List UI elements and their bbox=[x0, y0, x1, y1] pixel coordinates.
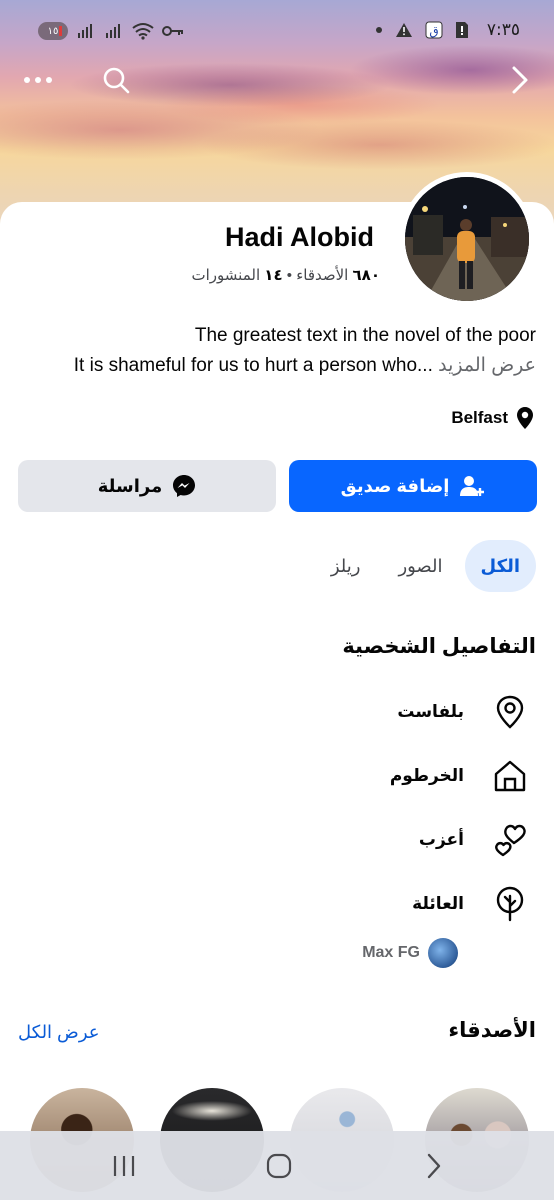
add-friend-label: إضافة صديق bbox=[340, 475, 450, 496]
profile-tabs: الكل الصور ريلز bbox=[315, 540, 536, 592]
system-nav-bar bbox=[0, 1131, 554, 1200]
status-bar: ١٥ ق ٧:٣٥ bbox=[0, 18, 554, 46]
chevron-right-icon bbox=[512, 66, 528, 94]
battery-icon: ١٥ bbox=[38, 22, 68, 40]
add-friend-button[interactable]: إضافة صديق bbox=[289, 460, 537, 512]
friends-title: الأصدقاء bbox=[448, 1019, 536, 1042]
recents-icon bbox=[113, 1156, 135, 1176]
message-label: مراسلة bbox=[97, 475, 163, 496]
see-more-link[interactable]: عرض المزيد bbox=[438, 355, 536, 376]
details-title: التفاصيل الشخصية bbox=[342, 635, 536, 658]
signal-icon bbox=[106, 24, 120, 38]
detail-relationship[interactable]: أعزب bbox=[419, 822, 528, 858]
hearts-icon bbox=[492, 822, 528, 858]
home-button[interactable] bbox=[259, 1149, 299, 1183]
friends-label[interactable]: الأصدقاء bbox=[296, 267, 348, 284]
stats-separator: • bbox=[286, 267, 293, 284]
profile-avatar[interactable] bbox=[400, 172, 534, 306]
bio-line-1: The greatest text in the novel of the po… bbox=[194, 325, 536, 346]
avatar bbox=[405, 177, 529, 301]
detail-label: بلفاست bbox=[397, 702, 464, 721]
detail-lives-in[interactable]: بلفاست bbox=[397, 694, 528, 730]
clock: ٧:٣٥ bbox=[486, 20, 520, 40]
more-button[interactable] bbox=[20, 62, 56, 98]
bio-text: It is shameful for us to hurt a person w… bbox=[73, 355, 433, 376]
profile-location: Belfast bbox=[451, 406, 534, 430]
vpn-key-icon bbox=[162, 26, 183, 36]
detail-family[interactable]: العائلة bbox=[412, 886, 528, 922]
search-button[interactable] bbox=[98, 62, 134, 98]
profile-name: Hadi Alobid bbox=[225, 222, 374, 252]
family-member-name: Max FG bbox=[362, 944, 420, 961]
detail-label: العائلة bbox=[412, 894, 464, 913]
battery-level: ١٥ bbox=[47, 25, 59, 37]
detail-hometown[interactable]: الخرطوم bbox=[390, 758, 528, 794]
detail-label: الخرطوم bbox=[389, 766, 464, 785]
tab-all[interactable]: الكل bbox=[464, 540, 536, 592]
messenger-icon bbox=[173, 475, 196, 497]
more-icon bbox=[24, 77, 52, 83]
app-notification-icon: ق bbox=[425, 21, 443, 39]
friends-count: ٦٨٠ bbox=[352, 267, 380, 284]
add-friend-icon bbox=[460, 476, 485, 496]
avatar-photo bbox=[405, 177, 529, 301]
signal-icon bbox=[78, 24, 92, 38]
location-pin-icon bbox=[492, 694, 528, 730]
tab-photos[interactable]: الصور bbox=[382, 540, 458, 592]
home-icon bbox=[492, 758, 528, 794]
message-button[interactable]: مراسلة bbox=[18, 460, 276, 512]
bio-line-2: It is shameful for us to hurt a person w… bbox=[74, 354, 536, 377]
svg-text:ق: ق bbox=[429, 24, 438, 38]
posts-label: المنشورات bbox=[191, 267, 261, 284]
tab-reels[interactable]: ريلز bbox=[315, 540, 377, 592]
location-text: Belfast bbox=[451, 408, 508, 427]
see-all-friends-link[interactable]: عرض الكل bbox=[18, 1022, 100, 1043]
profile-stats: ٦٨٠ الأصدقاء • ١٤ المنشورات bbox=[192, 266, 380, 284]
back-nav-button[interactable] bbox=[414, 1149, 454, 1183]
home-circle-icon bbox=[266, 1153, 292, 1179]
tree-icon bbox=[492, 886, 528, 922]
detail-label: أعزب bbox=[418, 830, 464, 849]
wifi-icon bbox=[132, 23, 154, 40]
posts-count: ١٤ bbox=[264, 267, 283, 284]
location-pin-icon bbox=[517, 407, 533, 429]
chevron-right-icon bbox=[427, 1153, 441, 1179]
warning-icon bbox=[395, 23, 412, 37]
family-member[interactable]: Max FG bbox=[362, 938, 458, 968]
sim-icon bbox=[455, 22, 468, 38]
search-icon bbox=[103, 67, 130, 94]
dot-icon bbox=[375, 27, 382, 33]
avatar bbox=[428, 938, 458, 968]
back-button[interactable] bbox=[502, 62, 538, 98]
recents-button[interactable] bbox=[104, 1149, 144, 1183]
